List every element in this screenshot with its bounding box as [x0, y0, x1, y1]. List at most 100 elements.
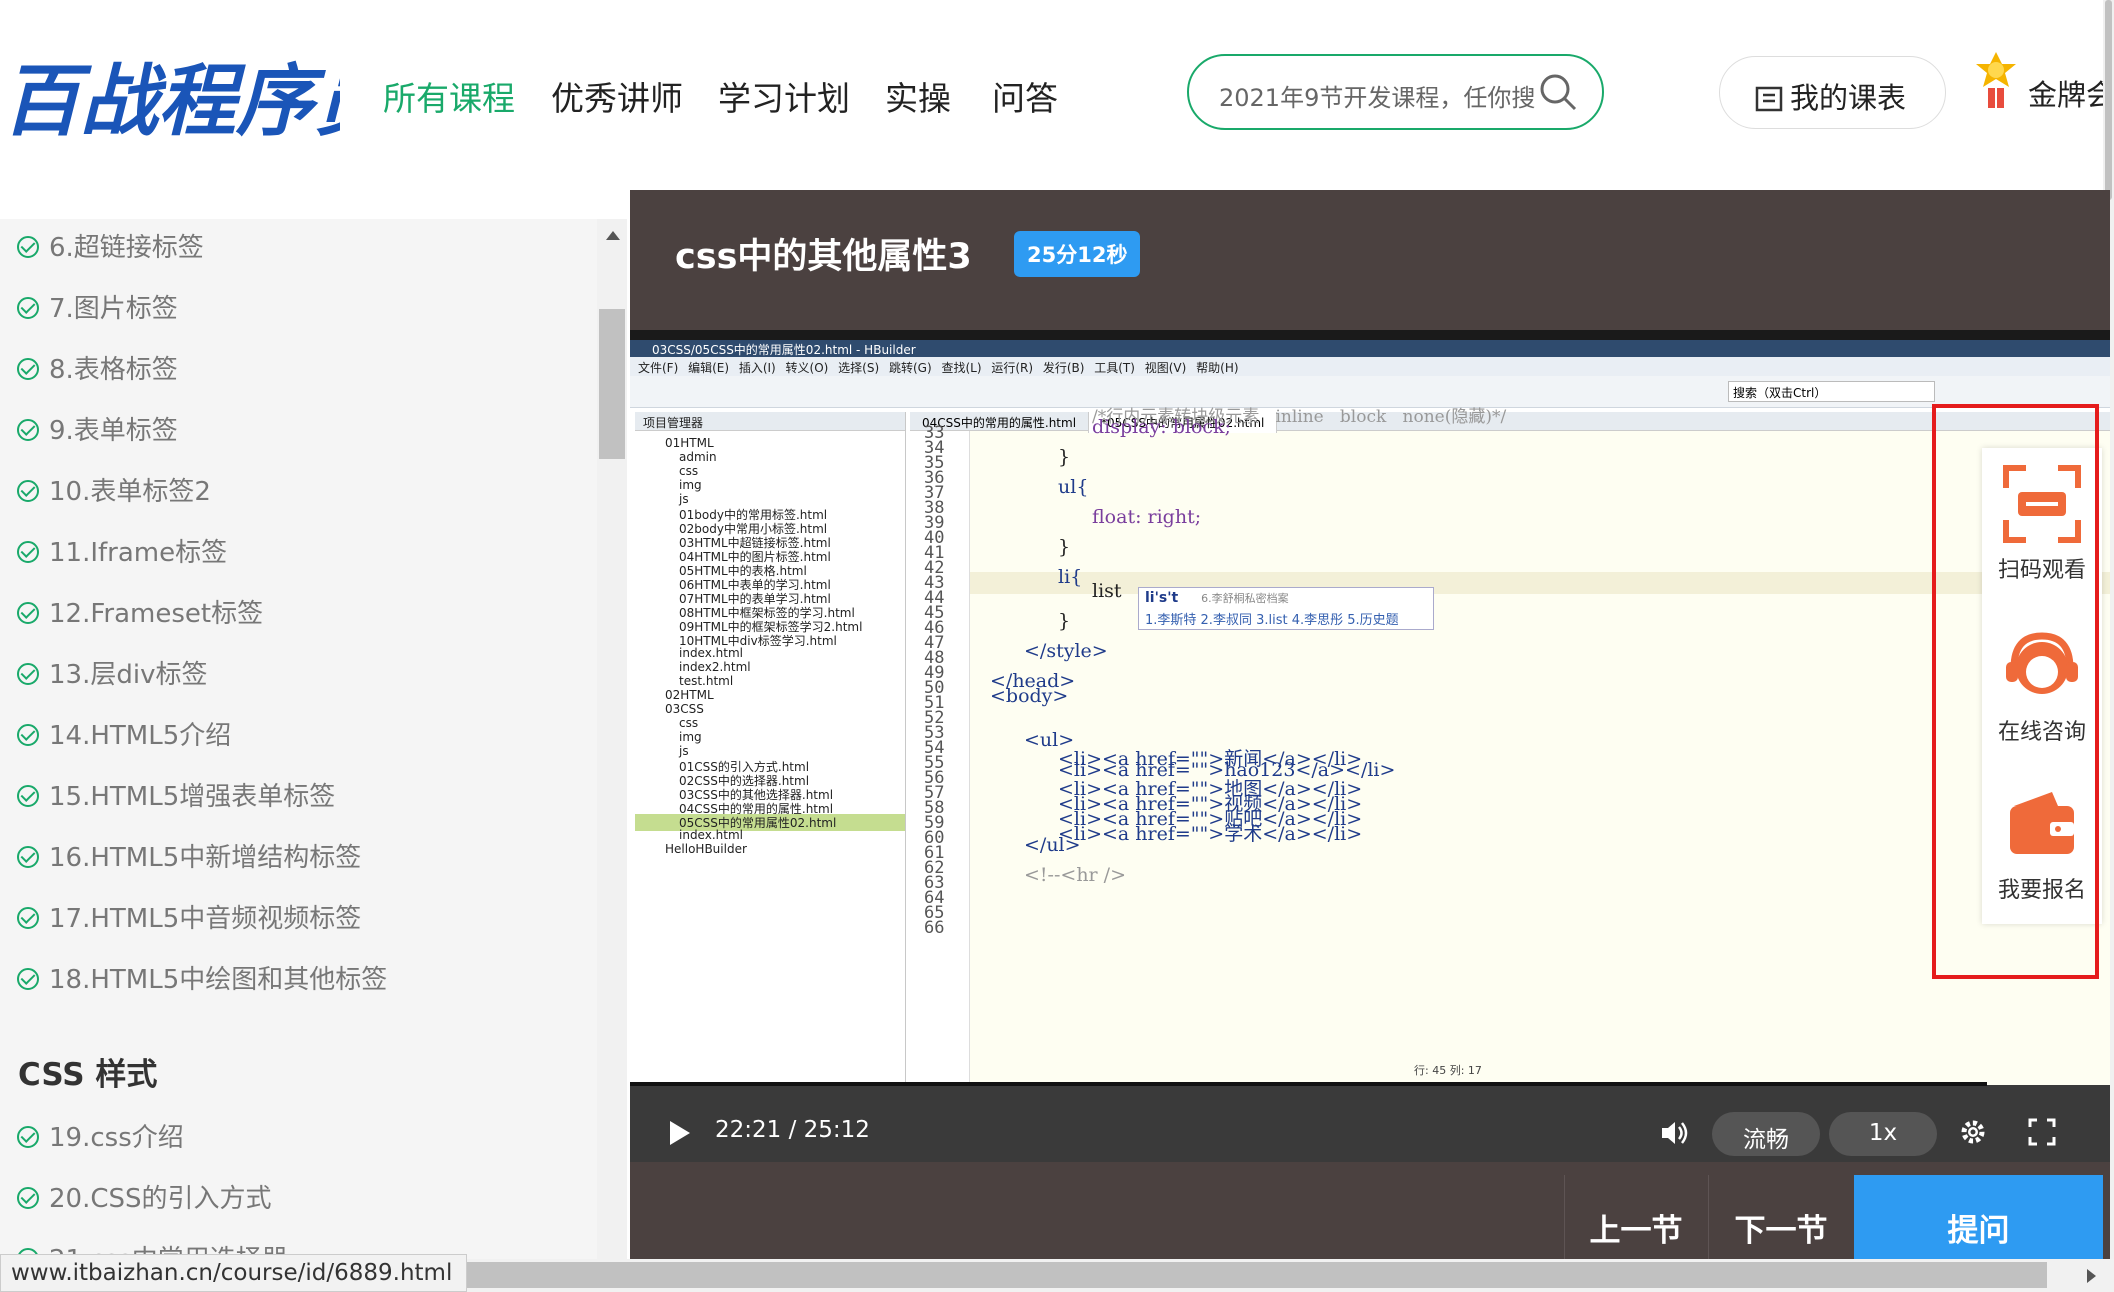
check-icon	[17, 480, 39, 502]
lesson-item[interactable]: 18.HTML5中绘图和其他标签	[17, 959, 387, 996]
check-icon	[17, 724, 39, 746]
logo-text: 百战程序员	[2, 57, 340, 147]
tree-item: css	[679, 464, 699, 478]
site-logo[interactable]: 百战程序员	[0, 40, 340, 150]
check-icon	[17, 602, 39, 624]
tree-item: js	[679, 744, 689, 758]
code-line: display: block;	[1092, 416, 1231, 438]
check-icon	[17, 236, 39, 258]
check-icon	[17, 846, 39, 868]
code-line: <li><a href="">学术</a></li>	[1058, 823, 1363, 845]
tree-item: img	[679, 478, 702, 492]
nav-teachers[interactable]: 优秀讲师	[551, 72, 683, 120]
tree-item: js	[679, 492, 689, 506]
check-icon	[17, 1126, 39, 1148]
horizontal-scrollbar[interactable]	[467, 1259, 2114, 1292]
lesson-item[interactable]: 6.超链接标签	[17, 227, 204, 264]
code-line-current: list	[1092, 580, 1122, 602]
tree-item: HelloHBuilder	[665, 842, 747, 856]
search-placeholder: 2021年9节开发课程，任你搜	[1219, 84, 1536, 112]
code-line: </style>	[1024, 640, 1108, 662]
search-input[interactable]: 2021年9节开发课程，任你搜	[1187, 54, 1604, 130]
hbuilder-search: 搜索（双击Ctrl）	[1728, 381, 1935, 402]
tree-item: index2.html	[679, 660, 751, 674]
fullscreen-icon[interactable]	[2028, 1118, 2056, 1146]
check-icon	[17, 968, 39, 990]
section-title-css: CSS 样式	[18, 1057, 158, 1093]
nav-study-plan[interactable]: 学习计划	[718, 72, 850, 120]
code-line: }	[1058, 536, 1071, 558]
check-icon	[17, 297, 39, 319]
lesson-item[interactable]: 7.图片标签	[17, 288, 178, 325]
hbuilder-menu-bar: 文件(F) 编辑(E) 插入(I) 转义(O) 选择(S) 跳转(G) 查找(L…	[630, 357, 2110, 376]
tree-item: index.html	[679, 828, 743, 842]
editor-tabs: 04CSS中的常用的属性.html *05CSS中的常用属性02.html	[910, 412, 2110, 433]
player-top-bar	[630, 330, 2110, 340]
lesson-item[interactable]: 14.HTML5介绍	[17, 715, 231, 752]
code-line: ul{	[1058, 476, 1089, 498]
lesson-item[interactable]: 16.HTML5中新增结构标签	[17, 837, 361, 874]
lesson-item[interactable]: 11.Iframe标签	[17, 532, 227, 569]
duration-badge: 25分12秒	[1014, 231, 1141, 277]
next-lesson-button[interactable]: 下一节	[1708, 1175, 1853, 1259]
autocomplete-options[interactable]: 1.李斯特 2.李叔同 3.list 4.李思彤 5.历史题	[1139, 608, 1433, 629]
lesson-item[interactable]: 17.HTML5中音频视频标签	[17, 898, 361, 935]
check-icon	[17, 1187, 39, 1209]
video-frame[interactable]: 03CSS/05CSS中的常用属性02.html - HBuilder 文件(F…	[630, 340, 2110, 1085]
editor-status: 行: 45 列: 17	[1414, 1064, 1482, 1077]
lesson-item[interactable]: 15.HTML5增强表单标签	[17, 776, 335, 813]
member-label[interactable]: 金牌会	[2028, 72, 2114, 114]
lesson-item[interactable]: 19.css介绍	[17, 1117, 184, 1154]
sidebar-scrollbar[interactable]	[597, 219, 627, 1259]
check-icon	[17, 541, 39, 563]
highlight-box	[1932, 404, 2099, 979]
volume-icon[interactable]	[1660, 1120, 1690, 1146]
hbuilder-title-bar: 03CSS/05CSS中的常用属性02.html - HBuilder	[630, 340, 2110, 357]
nav-practice[interactable]: 实操	[885, 72, 951, 120]
code-line: float: right;	[1092, 506, 1202, 528]
my-schedule-button[interactable]: 我的课表	[1719, 56, 1946, 129]
code-line: <body>	[990, 685, 1069, 707]
lesson-item[interactable]: 12.Frameset标签	[17, 593, 263, 630]
prev-lesson-button[interactable]: 上一节	[1564, 1175, 1707, 1259]
nav-qa[interactable]: 问答	[992, 72, 1058, 120]
autocomplete-input: li's't 6.李舒桐私密档案	[1145, 590, 1289, 606]
video-title: css中的其他属性3	[675, 237, 972, 277]
tree-item: 03CSS	[665, 702, 704, 716]
lesson-item[interactable]: 9.表单标签	[17, 410, 178, 447]
calendar-icon	[1755, 86, 1783, 112]
lesson-item[interactable]: 10.表单标签2	[17, 471, 211, 508]
tree-item: css	[679, 716, 699, 730]
progress-bar[interactable]	[630, 1082, 1987, 1086]
tree-item: admin	[679, 450, 717, 464]
check-icon	[17, 358, 39, 380]
status-url: www.itbaizhan.cn/course/id/6889.html	[0, 1254, 467, 1292]
tree-item: 01HTML	[665, 436, 714, 450]
lesson-item[interactable]: 20.CSS的引入方式	[17, 1178, 272, 1215]
tree-item: img	[679, 730, 702, 744]
quality-select[interactable]: 流畅	[1712, 1112, 1820, 1156]
time-display: 22:21 / 25:12	[715, 1117, 870, 1143]
check-icon	[17, 663, 39, 685]
check-icon	[17, 907, 39, 929]
code-line: <!--<hr />	[1024, 864, 1126, 886]
ask-question-button[interactable]: 提问	[1854, 1175, 2103, 1259]
settings-gear-icon[interactable]	[1959, 1118, 1987, 1146]
project-tree-tab: 项目管理器	[635, 412, 905, 431]
code-editor: 04CSS中的常用的属性.html *05CSS中的常用属性02.html 33 …	[910, 407, 2110, 1085]
project-tree: 项目管理器 01HTML admin css img js 01body中的常用…	[635, 412, 906, 1085]
lesson-sidebar: 6.超链接标签 7.图片标签 8.表格标签 9.表单标签 10.表单标签2 11…	[0, 219, 597, 1259]
code-line: </ul>	[1024, 834, 1081, 856]
lesson-item[interactable]: 13.层div标签	[17, 654, 207, 691]
my-schedule-label: 我的课表	[1790, 81, 1907, 115]
search-icon[interactable]	[1538, 72, 1578, 112]
speed-select[interactable]: 1x	[1829, 1112, 1937, 1156]
line-number-gutter: 33 34 35 36 37 38 39 40 41 42 43 44 45 4…	[910, 423, 970, 1085]
check-icon	[17, 419, 39, 441]
lesson-item[interactable]: 8.表格标签	[17, 349, 178, 386]
play-icon[interactable]	[668, 1120, 692, 1146]
autocomplete-popup[interactable]: li's't 6.李舒桐私密档案 1.李斯特 2.李叔同 3.list 4.李思…	[1138, 587, 1434, 630]
tree-item: test.html	[679, 674, 734, 688]
code-line: }	[1058, 610, 1071, 632]
nav-all-courses[interactable]: 所有课程	[383, 72, 515, 120]
